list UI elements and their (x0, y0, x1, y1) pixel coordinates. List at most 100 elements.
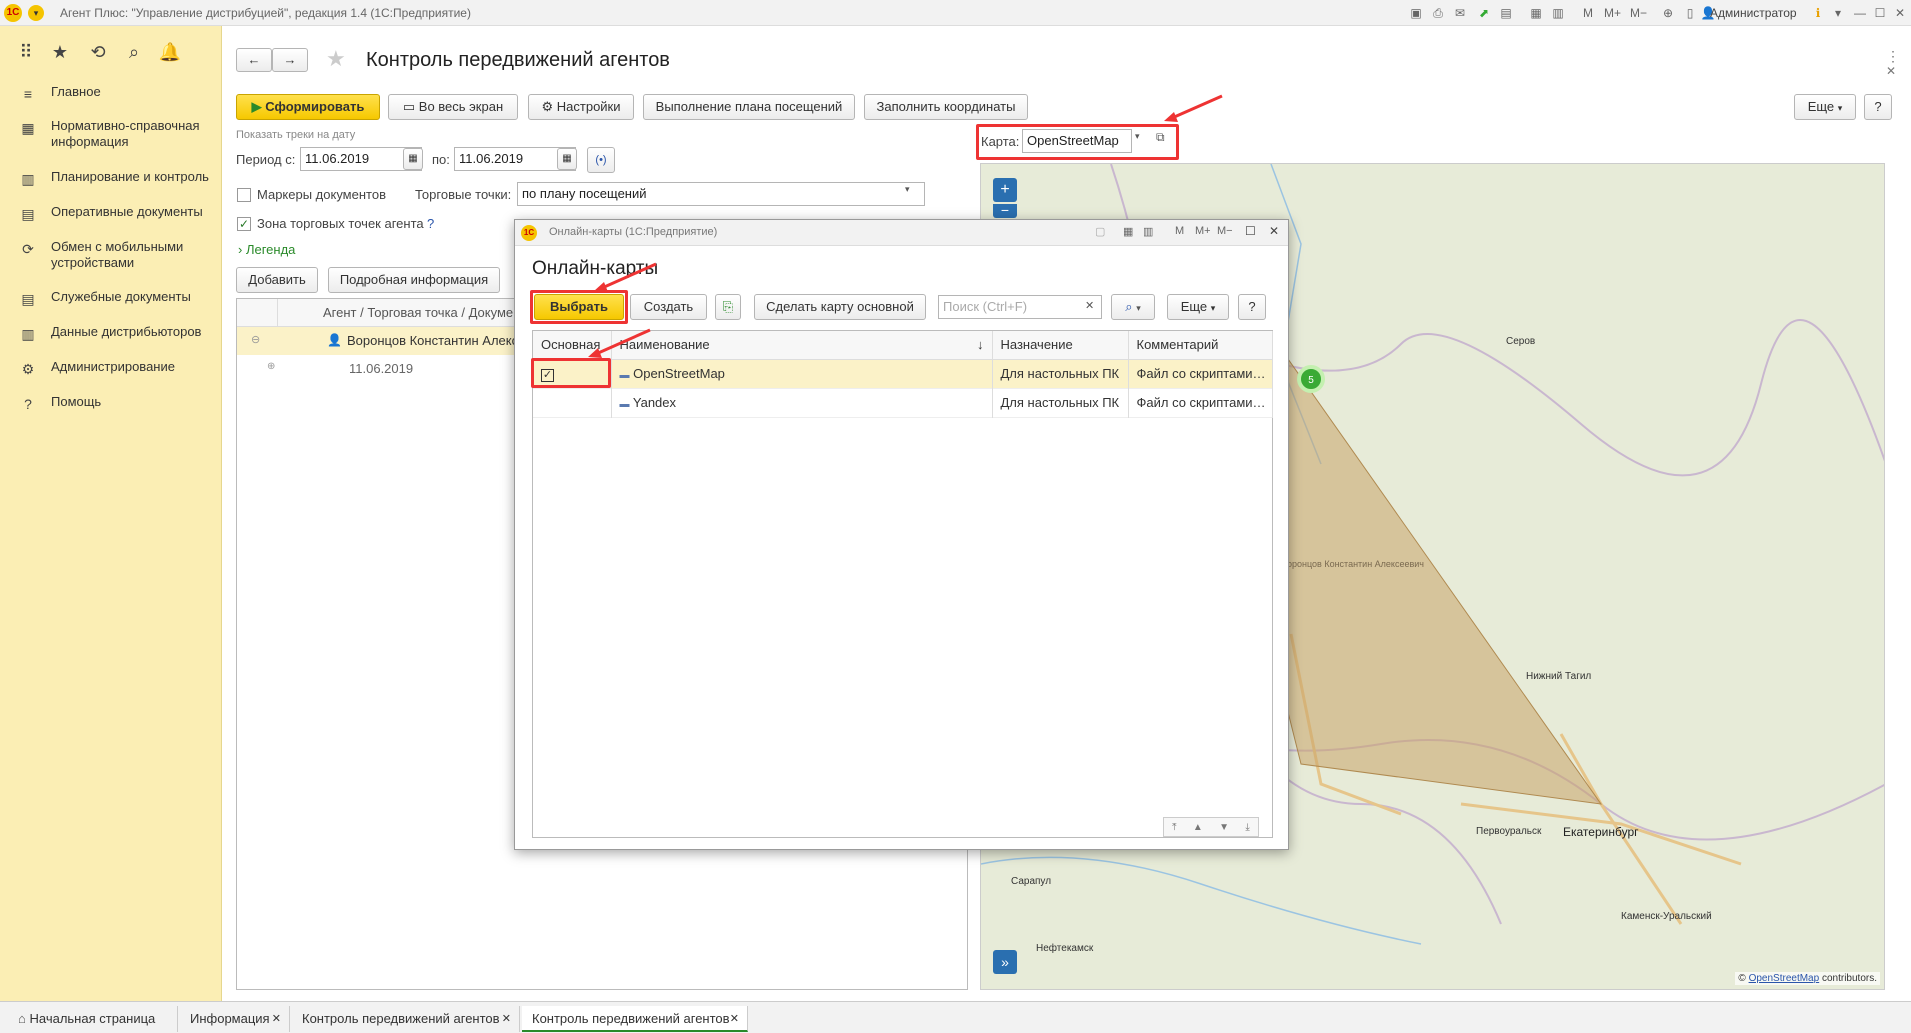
close-icon[interactable]: ✕ (730, 1006, 739, 1032)
legend-toggle[interactable]: › Легенда (238, 242, 295, 257)
settings-button[interactable]: ⚙ Настройки (528, 94, 634, 120)
close-icon[interactable]: ✕ (1892, 5, 1908, 21)
create-button[interactable]: Создать (630, 294, 707, 320)
column-header-purpose[interactable]: Назначение (992, 331, 1129, 359)
panel-icon[interactable]: ▯ (1682, 5, 1698, 21)
expand-map-button[interactable]: » (993, 950, 1017, 974)
zone-checkbox[interactable]: ✓ (237, 217, 251, 231)
mail-icon[interactable]: ✉ (1452, 5, 1468, 21)
close-icon[interactable]: ✕ (1269, 224, 1279, 238)
info-icon[interactable]: ℹ (1810, 5, 1826, 21)
search-input[interactable]: Поиск (Ctrl+F) (938, 295, 1102, 319)
tab-information[interactable]: Информация ✕ (180, 1006, 290, 1032)
column-header-name[interactable]: Наименование ↓ (611, 331, 993, 359)
calendar-31-icon[interactable]: ▥ (1550, 5, 1566, 21)
table-row[interactable]: ▬ Yandex Для настольных ПК Файл со скрип… (533, 388, 1273, 417)
apps-icon[interactable]: ⠿ (14, 40, 38, 64)
nav-item-distributors[interactable]: ▥ Данные дистрибьюторов (0, 324, 222, 344)
calendar-icon[interactable]: ▦ (557, 148, 577, 170)
close-form-icon[interactable]: ✕ (1886, 64, 1896, 78)
main-menu-icon[interactable]: ▾ (28, 5, 44, 21)
nav-item-operational[interactable]: ▤ Оперативные документы (0, 204, 222, 224)
zoom-icon[interactable]: ⊕ (1660, 5, 1676, 21)
m-icon[interactable]: M (1580, 5, 1596, 21)
back-button[interactable]: ← (236, 48, 272, 72)
nav-item-help[interactable]: ? Помощь (0, 394, 222, 414)
table-row[interactable]: ✓ ▬ OpenStreetMap Для настольных ПК Файл… (533, 359, 1273, 388)
visit-plan-button[interactable]: Выполнение плана посещений (643, 94, 855, 120)
calendar-icon[interactable]: ▦ (1528, 5, 1544, 21)
clear-icon[interactable]: ✕ (1085, 299, 1094, 312)
help-icon[interactable]: ? (427, 216, 434, 231)
nav-item-mobile-exchange[interactable]: ⟳ Обмен с мобильными устройствами (0, 239, 222, 273)
search-icon[interactable]: ⌕ (122, 40, 146, 64)
osm-link[interactable]: OpenStreetMap (1749, 973, 1820, 984)
attribution-text: contributors. (1821, 973, 1877, 984)
close-icon[interactable]: ✕ (502, 1006, 511, 1032)
zoom-in-button[interactable]: + (993, 178, 1017, 202)
trade-points-select[interactable]: по плану посещений (517, 182, 925, 206)
copy-icon[interactable]: ⎘ (715, 294, 741, 320)
scroll-top-icon[interactable]: ⤒ (1172, 822, 1176, 833)
calendar-icon[interactable]: ▦ (1123, 225, 1133, 238)
broadcast-icon[interactable]: (•) (587, 147, 615, 173)
chevron-down-icon: ▾ (1136, 303, 1141, 313)
tab-agent-tracking-1[interactable]: Контроль передвижений агентов ✕ (292, 1006, 520, 1032)
save-icon[interactable]: ▣ (1408, 5, 1424, 21)
scroll-down-icon[interactable]: ▼ (1219, 822, 1229, 833)
favorite-star-icon[interactable]: ★ (326, 46, 346, 72)
doc-markers-checkbox[interactable] (237, 188, 251, 202)
help-button[interactable]: ? (1864, 94, 1892, 120)
m-plus-icon[interactable]: M+ (1195, 225, 1211, 237)
more-actions-icon[interactable]: ⋮ (1886, 48, 1900, 65)
maximize-icon[interactable]: ☐ (1872, 5, 1888, 21)
dialog-help-button[interactable]: ? (1238, 294, 1266, 320)
generate-button[interactable]: ▶ Сформировать (236, 94, 380, 120)
search-button[interactable]: ⌕ ▾ (1111, 294, 1155, 320)
dialog-more-button[interactable]: Еще ▾ (1167, 294, 1229, 320)
user-name[interactable]: Администратор (1710, 6, 1797, 20)
m-minus-icon[interactable]: M− (1217, 225, 1233, 237)
column-header-comment[interactable]: Комментарий (1128, 331, 1273, 359)
calendar-icon[interactable]: ▦ (403, 148, 423, 170)
maximize-icon[interactable]: ☐ (1245, 224, 1256, 238)
fullscreen-button[interactable]: ▭ Во весь экран (388, 94, 518, 120)
m-plus-icon[interactable]: M+ (1604, 5, 1621, 21)
zoom-out-button[interactable]: − (993, 203, 1017, 218)
history-icon[interactable]: ⟲ (86, 40, 110, 64)
m-minus-icon[interactable]: M− (1630, 5, 1647, 21)
chat-icon[interactable]: ▢ (1095, 225, 1105, 238)
main-cell[interactable] (533, 388, 612, 417)
menu-icon[interactable]: ▾ (1830, 5, 1846, 21)
calendar-31-icon[interactable]: ▥ (1143, 225, 1153, 238)
chevron-down-icon[interactable]: ▾ (905, 184, 910, 195)
nav-item-main[interactable]: ≡ Главное (0, 84, 222, 104)
close-icon[interactable]: ✕ (272, 1006, 281, 1032)
print-icon[interactable]: ⎙ (1430, 5, 1446, 21)
tab-home[interactable]: ⌂ Начальная страница (8, 1006, 178, 1032)
make-default-button[interactable]: Сделать карту основной (754, 294, 926, 320)
fill-coordinates-button[interactable]: Заполнить координаты (864, 94, 1028, 120)
user-icon: 👤 (327, 333, 342, 347)
m-icon[interactable]: M (1175, 225, 1184, 237)
more-button[interactable]: Еще ▾ (1794, 94, 1856, 120)
arrow-icon[interactable]: ⬈ (1476, 5, 1492, 21)
add-button[interactable]: Добавить (236, 267, 318, 293)
collapse-icon[interactable]: ⊖ (251, 333, 260, 346)
nav-item-admin[interactable]: ⚙ Администрирование (0, 359, 222, 379)
scroll-up-icon[interactable]: ▲ (1193, 822, 1203, 833)
details-button[interactable]: Подробная информация (328, 267, 500, 293)
scroll-bottom-icon[interactable]: ⤓ (1245, 822, 1249, 833)
favorites-icon[interactable]: ★ (48, 40, 72, 64)
nav-item-service-docs[interactable]: ▤ Служебные документы (0, 289, 222, 309)
forward-button[interactable]: → (272, 48, 308, 72)
minimize-icon[interactable]: — (1852, 5, 1868, 21)
column-header-main[interactable]: Основная (533, 331, 612, 359)
image-icon[interactable]: ▤ (1498, 5, 1514, 21)
expand-icon[interactable]: ⊕ (267, 361, 275, 372)
bell-icon[interactable]: 🔔 (158, 40, 182, 64)
tab-agent-tracking-2[interactable]: Контроль передвижений агентов ✕ (522, 1006, 748, 1032)
nav-item-reference[interactable]: ▦ Нормативно-справочная информация (0, 118, 222, 152)
grid-icon: ▦ (21, 120, 35, 136)
nav-item-planning[interactable]: ▥ Планирование и контроль (0, 169, 222, 189)
